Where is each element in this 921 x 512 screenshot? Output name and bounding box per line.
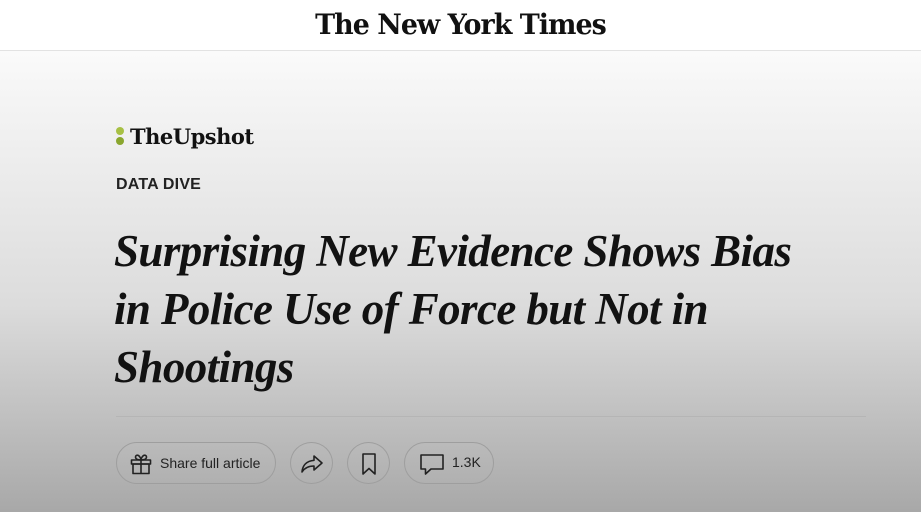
header-divider — [116, 416, 866, 417]
share-full-article-label: Share full article — [160, 455, 261, 471]
article-kicker: DATA DIVE — [116, 176, 202, 193]
upshot-wordmark: TheUpshot — [130, 124, 254, 149]
comment-count: 1.3K — [452, 454, 481, 470]
share-arrow-icon — [301, 455, 323, 473]
save-article-button[interactable] — [347, 442, 390, 484]
masthead: The New York Times — [0, 0, 921, 51]
article-headline: Surprising New Evidence Shows Bias in Po… — [114, 226, 792, 392]
nyt-logo[interactable]: The New York Times — [18, 7, 902, 43]
comment-bubble-icon — [420, 454, 444, 475]
share-full-article-button[interactable]: Share full article — [116, 442, 276, 484]
gift-icon — [130, 454, 152, 475]
upshot-dots-icon — [116, 127, 125, 147]
bookmark-icon — [362, 453, 376, 475]
comments-button[interactable]: 1.3K — [404, 442, 494, 484]
share-button[interactable] — [290, 442, 333, 484]
